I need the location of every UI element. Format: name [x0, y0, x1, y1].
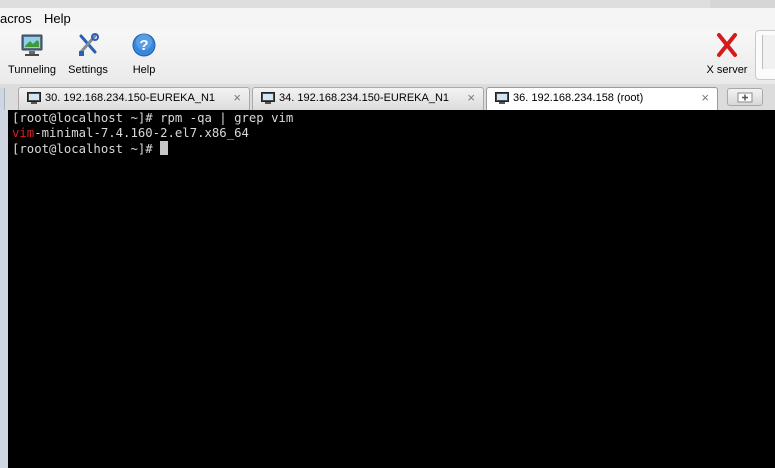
toolbar: Tunneling Settings ? Help X server [0, 30, 775, 85]
xserver-label: X server [706, 64, 748, 76]
terminal-left-gutter [0, 110, 8, 468]
close-icon[interactable]: × [701, 90, 709, 105]
svg-text:?: ? [139, 37, 148, 54]
help-button[interactable]: ? Help [126, 32, 162, 76]
window-top-border [0, 0, 775, 8]
tab-session-30[interactable]: 30. 192.168.234.150-EUREKA_N1 × [18, 87, 250, 110]
terminal-cursor [160, 141, 169, 155]
xserver-icon [717, 33, 737, 57]
terminal-line: [root@localhost ~]# rpm -qa | grep vim [12, 111, 294, 125]
terminal-line: -minimal-7.4.160-2.el7.x86_64 [34, 126, 249, 140]
terminal-session-icon [495, 92, 509, 104]
help-icon: ? [132, 33, 156, 57]
xserver-button[interactable]: X server [704, 32, 750, 76]
side-panel-edge [755, 30, 775, 80]
tab-session-34[interactable]: 34. 192.168.234.150-EUREKA_N1 × [252, 87, 484, 110]
terminal-area[interactable]: [root@localhost ~]# rpm -qa | grep vim v… [0, 110, 775, 468]
close-icon[interactable]: × [233, 90, 241, 105]
terminal-session-icon [27, 92, 41, 104]
terminal-prompt: [root@localhost ~]# [12, 142, 161, 156]
grep-match-text: vim [12, 126, 35, 140]
help-label: Help [132, 64, 156, 76]
settings-icon [79, 33, 99, 56]
terminal-output: [root@localhost ~]# rpm -qa | grep vim v… [12, 111, 293, 157]
add-tab-icon [737, 92, 753, 103]
settings-button[interactable]: Settings [64, 32, 112, 76]
tunneling-button[interactable]: Tunneling [6, 32, 58, 76]
menu-macros[interactable]: acros [0, 11, 32, 26]
settings-label: Settings [68, 64, 108, 76]
menu-help[interactable]: Help [44, 11, 71, 26]
tab-strip: 30. 192.168.234.150-EUREKA_N1 × 34. 192.… [0, 84, 775, 111]
tab-label: 34. 192.168.234.150-EUREKA_N1 [279, 92, 450, 104]
tab-label: 36. 192.168.234.158 (root) [513, 92, 644, 104]
new-tab-button[interactable] [727, 88, 763, 106]
close-icon[interactable]: × [467, 90, 475, 105]
menu-bar: acros Help [0, 8, 775, 30]
tunneling-label: Tunneling [8, 64, 56, 76]
tab-strip-left-edge [0, 88, 5, 110]
tunneling-icon [21, 34, 43, 56]
tab-label: 30. 192.168.234.150-EUREKA_N1 [45, 92, 216, 104]
tab-session-36[interactable]: 36. 192.168.234.158 (root) × [486, 87, 718, 111]
terminal-session-icon [261, 92, 275, 104]
